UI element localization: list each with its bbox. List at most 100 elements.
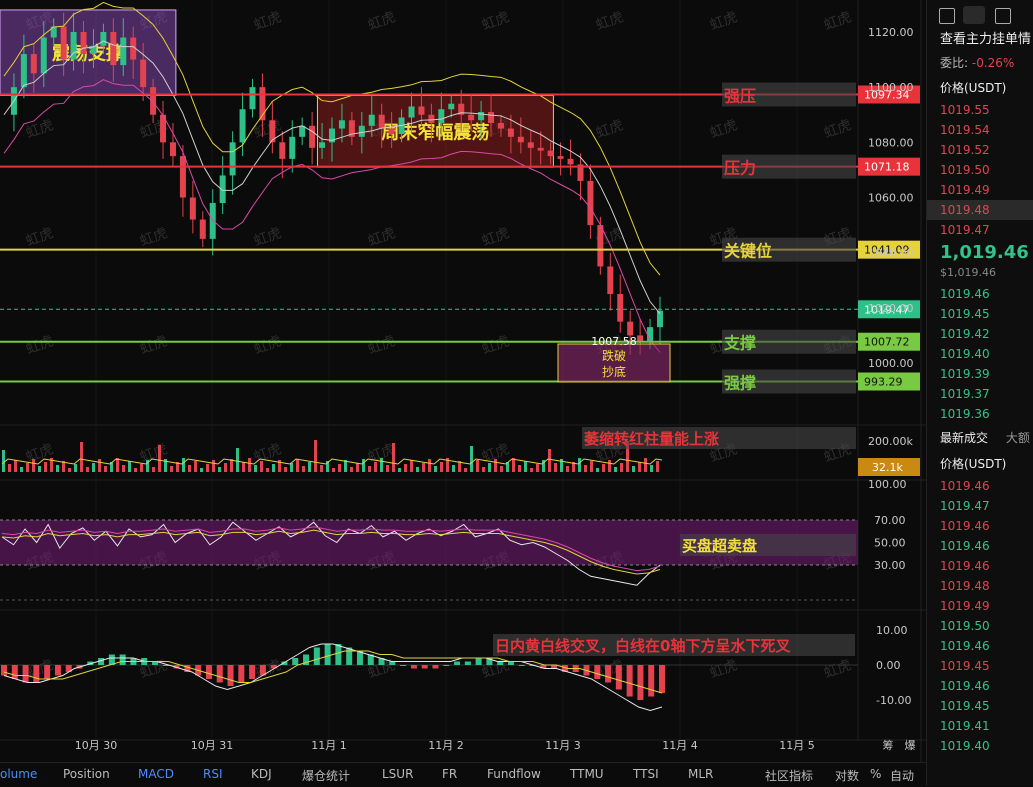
toolbar-item-2[interactable]: MACD [138,767,174,781]
volume-bar [284,467,287,472]
toolbar-item-4[interactable]: KDJ [251,767,272,781]
volume-bar [80,442,83,472]
ask-row[interactable]: 1019.49 [927,180,1033,200]
volume-bar [20,467,23,472]
volume-annotation: 萎缩转红柱量能上涨 [583,430,719,448]
tab-large-trades[interactable]: 大额 [1006,431,1030,445]
layout-icon[interactable] [939,8,955,24]
candle-body [438,109,445,124]
macd-histogram-bar [648,665,655,697]
ask-row[interactable]: 1019.47 [927,220,1033,240]
toolbar-item-10[interactable]: TTSI [633,767,659,781]
bid-row[interactable]: 1019.39 [927,364,1033,384]
price-tick-label: 1040.00 [868,247,914,260]
price-tick-label: 1080.00 [868,136,914,149]
macd-tick-label: 0.00 [876,659,901,672]
candle-body [120,37,127,66]
volume-bar [272,464,275,472]
volume-bar [218,467,221,472]
volume-bar [530,468,533,472]
volume-bar [260,461,263,472]
bid-row[interactable]: 1019.42 [927,324,1033,344]
toolbar-item-0[interactable]: olume [0,767,37,781]
bid-row[interactable]: 1019.37 [927,384,1033,404]
candle-body [40,37,47,74]
macd-histogram-bar [389,661,396,665]
ask-row[interactable]: 1019.48 [927,200,1033,220]
ratio-row: 委比: -0.26% [927,50,1033,76]
volume-bar [206,464,209,472]
panel-title[interactable]: 查看主力挂单情 [927,30,1033,50]
low-marker-label-1: 跌破 [602,348,626,363]
volume-bar [44,462,47,472]
macd-histogram-bar [626,665,633,697]
macd-histogram-bar [238,665,245,683]
toolbar-item-8[interactable]: Fundflow [487,767,541,781]
bid-row[interactable]: 1019.40 [927,344,1033,364]
candle-body [80,32,87,55]
toolbar-item-11[interactable]: MLR [688,767,713,781]
volume-bar [230,459,233,472]
volume-bar [134,468,137,472]
volume-bar [476,460,479,472]
toolbar-item-3[interactable]: RSI [203,767,223,781]
volume-bar [26,463,29,472]
macd-histogram-bar [324,644,331,665]
time-tick-label: 10月 31 [191,739,234,752]
volume-bar [386,465,389,472]
layout-split-icon[interactable] [963,6,985,24]
volume-bar [224,463,227,472]
volume-bar [314,440,317,472]
ask-row[interactable]: 1019.52 [927,140,1033,160]
candle-body [338,120,345,129]
volume-bar [380,458,383,472]
volume-bar [296,459,299,472]
volume-bar [308,462,311,472]
volume-bar [368,466,371,472]
volume-bar [362,459,365,472]
toolbar-item-13[interactable]: 对数 [835,767,859,784]
toolbar-item-5[interactable]: 爆仓统计 [302,767,350,784]
volume-bar [440,462,443,472]
toolbar-item-7[interactable]: FR [442,767,457,781]
candle-body [100,32,107,46]
ask-row[interactable]: 1019.55 [927,100,1033,120]
toolbar-item-1[interactable]: Position [63,767,110,781]
macd-histogram-bar [249,665,256,679]
trade-row: 1019.46 [940,479,990,493]
corner-label-left: 筹 [883,738,894,752]
toolbar-item-14[interactable]: % [870,767,881,781]
macd-histogram-bar [22,665,29,683]
time-tick-label: 11月 2 [428,739,464,752]
volume-bar [482,467,485,472]
volume-bar [398,468,401,472]
trading-chart[interactable]: 虹虎 虹虎 虹虎 虹虎 虹虎 虹虎虹虎 虹虎 虹虎 虹虎 虹虎 虹虎虹虎 虹虎 虹虎 虹虎 虹虎 虹虎 虹虎 虹虎… [0,0,926,762]
volume-bar [422,463,425,472]
toolbar-item-6[interactable]: LSUR [382,767,413,781]
bid-row[interactable]: 1019.46 [927,284,1033,304]
candle-body [597,225,604,267]
tab-latest-trades[interactable]: 最新成交 [940,431,988,445]
price-tick-label: 1060.00 [868,192,914,205]
toolbar-item-12[interactable]: 社区指标 [765,767,813,784]
volume-bar [404,464,407,472]
macd-histogram-bar [44,665,51,679]
low-marker-value: 1007.58 [591,335,637,348]
volume-bar [86,467,89,472]
volume-bar [536,464,539,472]
macd-histogram-bar [443,665,450,666]
candle-body [567,158,574,165]
candle-body [557,156,564,159]
bid-row[interactable]: 1019.36 [927,404,1033,424]
volume-bar [170,466,173,472]
volume-bar [374,462,377,472]
ask-row[interactable]: 1019.50 [927,160,1033,180]
layout-lines-icon[interactable] [995,8,1011,24]
bid-row[interactable]: 1019.45 [927,304,1033,324]
toolbar-item-15[interactable]: 自动 [890,767,914,784]
ask-row[interactable]: 1019.54 [927,120,1033,140]
candle-body [468,114,475,121]
macd-histogram-bar [464,661,471,665]
volume-bar [320,465,323,472]
toolbar-item-9[interactable]: TTMU [570,767,604,781]
